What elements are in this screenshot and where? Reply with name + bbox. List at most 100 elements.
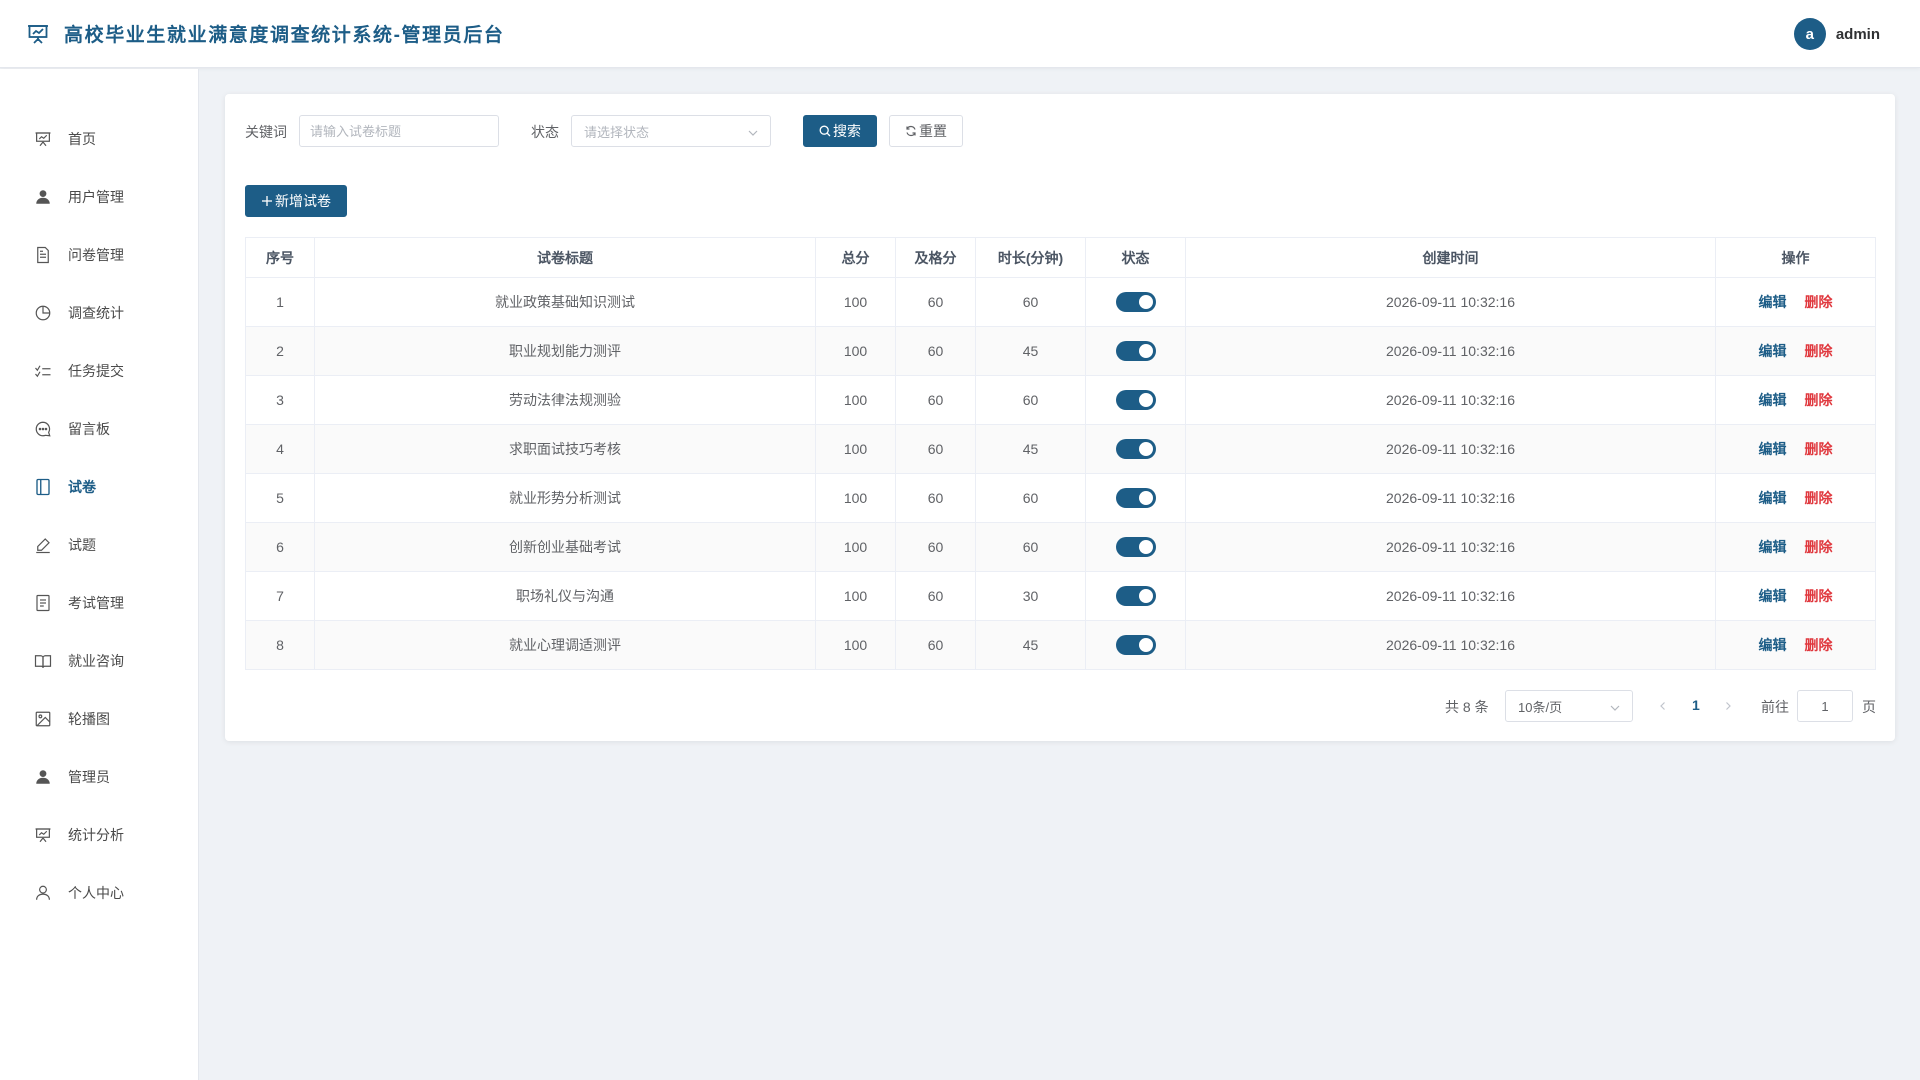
sidebar-item-career-consulting[interactable]: 就业咨询 [0, 638, 199, 684]
status-toggle[interactable] [1115, 292, 1156, 312]
sidebar-item-message-board[interactable]: 留言板 [0, 406, 199, 452]
status-select-placeholder: 请选择状态 [584, 124, 650, 140]
pen-icon [34, 536, 52, 554]
cell-status [1085, 424, 1186, 474]
content-card: 关键词 状态 请选择状态 搜索 重置 新增试卷 序号 试 [225, 94, 1895, 741]
keyword-search-input[interactable] [299, 115, 499, 147]
cell-title: 劳动法律法规测验 [314, 375, 816, 425]
status-toggle[interactable] [1115, 390, 1156, 410]
avatar[interactable]: a [1793, 18, 1826, 50]
page-size-value: 10条/页 [1518, 699, 1563, 715]
cell-pass-score: 60 [895, 473, 976, 523]
table-row: 2 职业规划能力测评 100 60 45 2026-09-11 10:32:16 编辑 删除 [245, 326, 1876, 376]
cell-total-score: 100 [815, 620, 896, 670]
delete-button[interactable]: 删除 [1805, 490, 1833, 506]
search-icon [819, 125, 831, 137]
cell-status [1085, 522, 1186, 572]
prev-page-button[interactable] [1655, 698, 1671, 714]
cell-duration: 45 [975, 424, 1086, 474]
sidebar-item-task-submit[interactable]: 任务提交 [0, 348, 199, 394]
cell-total-score: 100 [815, 571, 896, 621]
sidebar-item-users[interactable]: 用户管理 [0, 174, 199, 220]
delete-button[interactable]: 删除 [1805, 539, 1833, 555]
status-toggle[interactable] [1115, 635, 1156, 655]
sidebar-item-exam-papers[interactable]: 试卷 [0, 464, 199, 510]
sidebar-item-questionnaires[interactable]: 问卷管理 [0, 232, 199, 278]
top-header: 高校毕业生就业满意度调查统计系统-管理员后台 a admin [0, 0, 1920, 68]
chevron-down-icon [748, 126, 758, 136]
sidebar-item-exam-management[interactable]: 考试管理 [0, 580, 199, 626]
sidebar-item-statistics[interactable]: 统计分析 [0, 812, 199, 858]
column-header-title: 试卷标题 [314, 237, 816, 278]
edit-button[interactable]: 编辑 [1759, 490, 1787, 506]
cell-duration: 60 [975, 473, 1086, 523]
status-toggle[interactable] [1115, 439, 1156, 459]
status-toggle[interactable] [1115, 341, 1156, 361]
sidebar-item-label: 就业咨询 [68, 653, 124, 669]
status-toggle-knob [1138, 344, 1153, 358]
sidebar-item-survey-stats[interactable]: 调查统计 [0, 290, 199, 336]
sidebar-item-administrators[interactable]: 管理员 [0, 754, 199, 800]
edit-button[interactable]: 编辑 [1759, 588, 1787, 604]
cell-index: 1 [245, 277, 315, 327]
cell-actions: 编辑 删除 [1715, 571, 1876, 621]
pie-chart-icon [34, 304, 52, 322]
cell-title: 职业规划能力测评 [314, 326, 816, 376]
notebook-icon [34, 478, 52, 496]
column-header-index: 序号 [245, 237, 315, 278]
sidebar-item-label: 考试管理 [68, 595, 124, 611]
delete-button[interactable]: 删除 [1805, 343, 1833, 359]
delete-button[interactable]: 删除 [1805, 588, 1833, 604]
sidebar-item-home[interactable]: 首页 [0, 116, 199, 162]
edit-button[interactable]: 编辑 [1759, 637, 1787, 653]
reset-button[interactable]: 重置 [889, 115, 963, 147]
table-header-row: 序号 试卷标题 总分 及格分 时长(分钟) 状态 创建时间 操作 [245, 237, 1876, 278]
table-row: 3 劳动法律法规测验 100 60 60 2026-09-11 10:32:16 编辑 删除 [245, 375, 1876, 425]
list-document-icon [34, 594, 52, 612]
status-toggle-knob [1138, 589, 1153, 603]
plus-icon [261, 195, 273, 207]
status-toggle[interactable] [1115, 488, 1156, 508]
cell-total-score: 100 [815, 375, 896, 425]
pagination-total: 共 8 条 [1445, 699, 1489, 715]
user-menu[interactable]: a admin [1793, 18, 1880, 50]
app-title: 高校毕业生就业满意度调查统计系统-管理员后台 [64, 25, 505, 46]
status-toggle[interactable] [1115, 586, 1156, 606]
cell-total-score: 100 [815, 424, 896, 474]
table-row: 1 就业政策基础知识测试 100 60 60 2026-09-11 10:32:16 编辑删… [245, 277, 1876, 327]
add-exam-paper-button[interactable]: 新增试卷 [245, 185, 347, 217]
page-number-current[interactable]: 1 [1692, 697, 1700, 713]
sidebar-item-questions[interactable]: 试题 [0, 522, 199, 568]
next-page-button[interactable] [1720, 698, 1736, 714]
cell-created-time: 2026-09-11 10:32:16 [1185, 620, 1716, 670]
edit-button[interactable]: 编辑 [1759, 441, 1787, 457]
cell-status [1085, 620, 1186, 670]
edit-button[interactable]: 编辑 [1759, 392, 1787, 408]
add-exam-paper-label: 新增试卷 [275, 193, 331, 209]
status-select[interactable]: 请选择状态 [571, 115, 771, 147]
goto-page-input[interactable] [1797, 690, 1853, 722]
sidebar-item-profile[interactable]: 个人中心 [0, 870, 199, 916]
sidebar-item-carousel[interactable]: 轮播图 [0, 696, 199, 742]
cell-total-score: 100 [815, 473, 896, 523]
table-body: 1 就业政策基础知识测试 100 60 60 2026-09-11 10:32:16 编辑删… [245, 277, 1876, 670]
chevron-down-icon [1610, 701, 1620, 716]
delete-button[interactable]: 删除 [1805, 392, 1833, 408]
sidebar: 首页 用户管理 问卷管理 调查统计 任务提交 留言板 试卷 试题 考试管理 就业… [0, 69, 199, 1080]
edit-button[interactable]: 编辑 [1759, 294, 1787, 310]
edit-button[interactable]: 编辑 [1759, 539, 1787, 555]
search-button[interactable]: 搜索 [803, 115, 877, 147]
status-toggle-knob [1138, 638, 1153, 652]
username[interactable]: admin [1836, 26, 1880, 43]
sidebar-item-label: 留言板 [68, 421, 110, 437]
delete-button[interactable]: 删除 [1805, 637, 1833, 653]
page-size-select[interactable]: 10条/页 [1505, 690, 1633, 722]
column-header-total-score: 总分 [815, 237, 896, 278]
cell-title: 就业形势分析测试 [314, 473, 816, 523]
edit-button[interactable]: 编辑 [1759, 343, 1787, 359]
delete-button[interactable]: 删除 [1805, 441, 1833, 457]
user-icon [34, 188, 52, 206]
sidebar-item-label: 试题 [68, 537, 96, 553]
status-toggle[interactable] [1115, 537, 1156, 557]
delete-button[interactable]: 删除 [1805, 294, 1833, 310]
